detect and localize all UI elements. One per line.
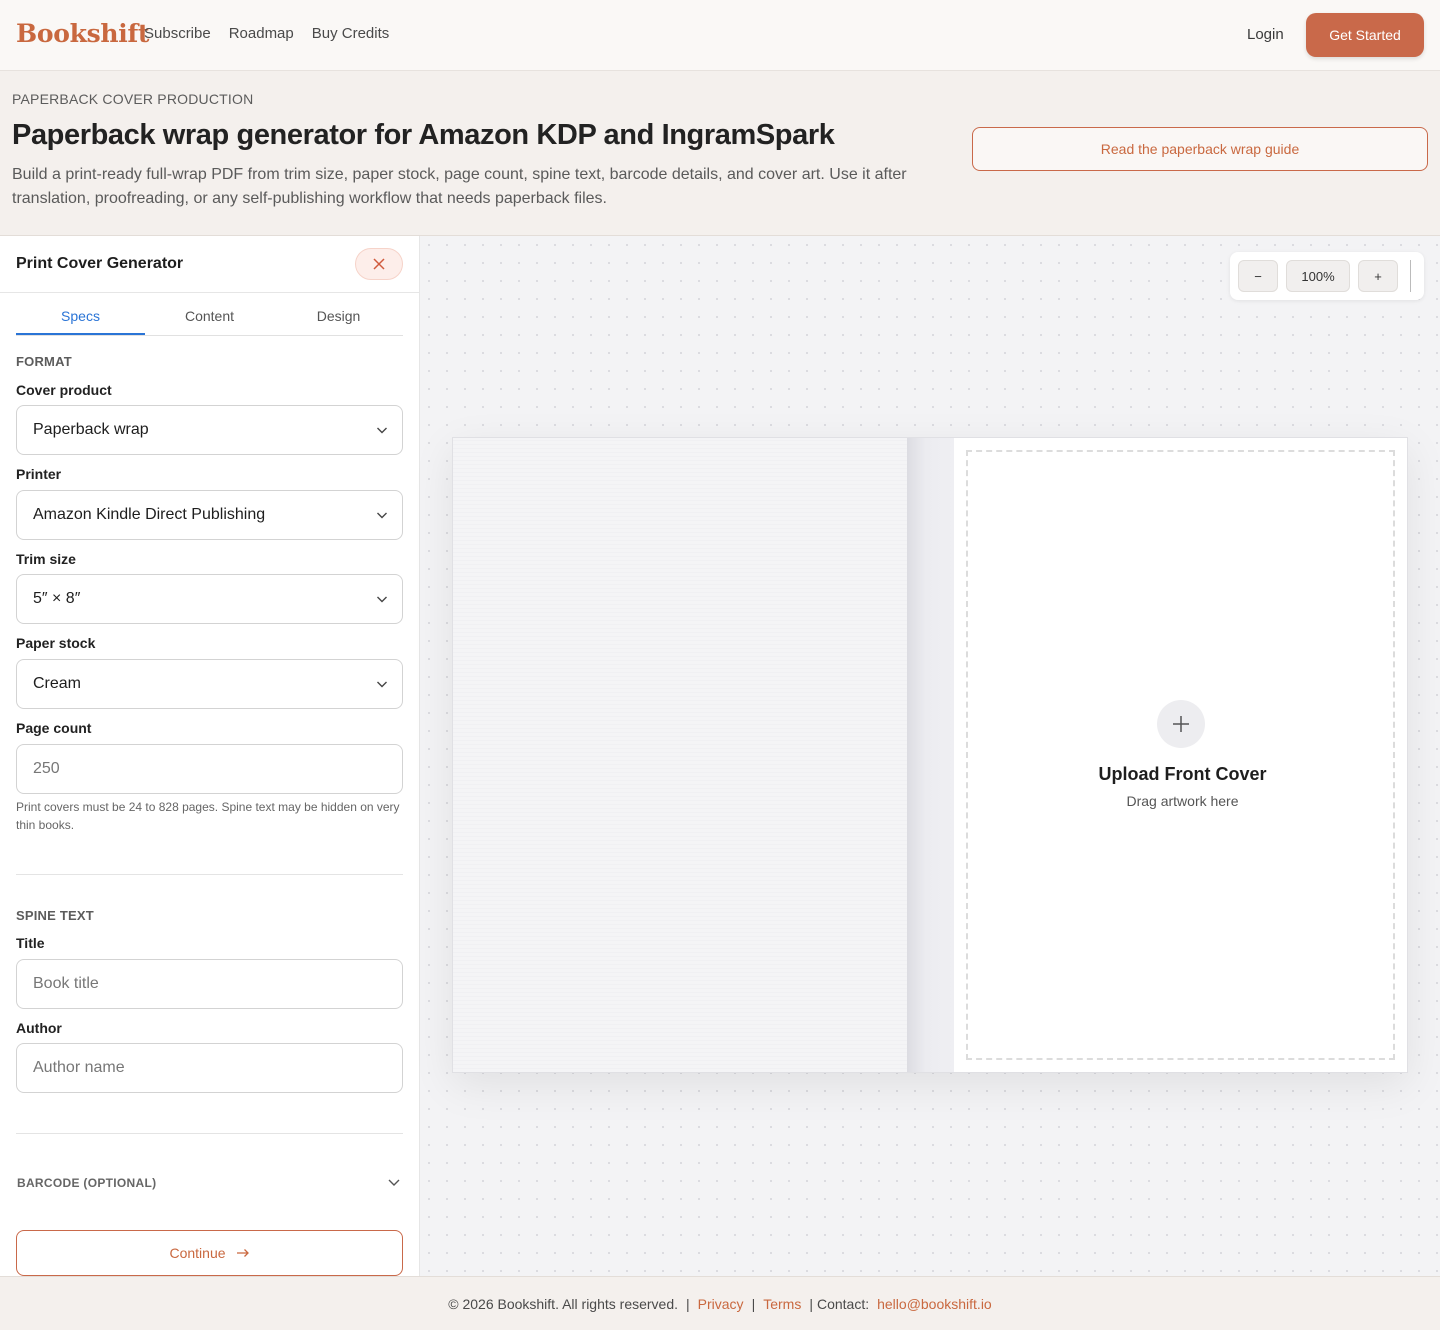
paper-stock-value: Cream [33,675,82,692]
cover-product-value: Paperback wrap [33,421,149,438]
chevron-down-icon[interactable] [387,1175,401,1189]
tab-design[interactable]: Design [274,293,403,335]
plus-icon [1173,716,1189,732]
hero-description: Build a print-ready full-wrap PDF from t… [12,166,907,207]
format-section-label: FORMAT [16,354,72,369]
nav-link-buy-credits[interactable]: Buy Credits [312,25,390,42]
get-started-button[interactable]: Get Started [1306,13,1424,57]
barcode-section-toggle[interactable]: BARCODE (OPTIONAL) [17,1176,156,1190]
nav-link-roadmap[interactable]: Roadmap [229,25,294,42]
front-cover-dropzone[interactable]: Upload Front Cover Drag artwork here [966,450,1395,1060]
footer-separator: | [809,1295,813,1312]
author-label: Author [16,1020,62,1036]
tab-bar: Specs Content Design [16,293,403,336]
zoom-divider [1410,260,1411,292]
close-icon [373,258,385,270]
chevron-down-icon [377,427,387,434]
trim-size-select[interactable]: 5″ × 8″ [16,574,403,624]
continue-label: Continue [169,1245,226,1261]
footer-separator: | [686,1295,690,1312]
trim-size-value: 5″ × 8″ [33,590,81,607]
close-button[interactable] [355,248,403,280]
trim-size-label: Trim size [16,551,76,567]
privacy-link[interactable]: Privacy [698,1296,744,1312]
footer: © 2026 Bookshift. All rights reserved. |… [0,1276,1440,1330]
upload-title: Upload Front Cover [1098,764,1267,784]
login-link[interactable]: Login [1247,26,1284,43]
back-cover-panel[interactable] [453,438,907,1072]
cover-wrap-preview: Upload Front Cover Drag artwork here [452,437,1408,1073]
spine-section-label: SPINE TEXT [16,908,94,923]
zoom-controls: − 100% + [1230,252,1424,300]
hero-eyebrow: PAPERBACK COVER PRODUCTION [12,91,254,107]
printer-label: Printer [16,466,62,482]
generator-sidebar: Print Cover Generator Specs Content Desi… [0,236,420,1276]
printer-select[interactable]: Amazon Kindle Direct Publishing [16,490,403,540]
guide-button[interactable]: Read the paperback wrap guide [972,127,1428,171]
section-divider [16,1133,403,1134]
tab-content[interactable]: Content [145,293,274,335]
brand-logo[interactable]: Bookshift [16,19,149,48]
continue-button[interactable]: Continue [16,1230,403,1276]
section-divider [16,874,403,875]
footer-separator: | [751,1295,756,1312]
cover-product-select[interactable]: Paperback wrap [16,405,403,455]
title-input[interactable]: Book title [16,959,403,1009]
nav-links: Subscribe Roadmap Buy Credits [144,25,407,42]
chevron-down-icon [377,512,387,519]
upload-button[interactable] [1157,700,1205,748]
tab-specs[interactable]: Specs [16,293,145,335]
printer-value: Amazon Kindle Direct Publishing [33,506,266,523]
page-count-help: Print covers must be 24 to 828 pages. Sp… [16,800,400,832]
page-count-input[interactable]: 250 [16,744,403,794]
arrow-right-icon [236,1249,249,1257]
upload-subtitle: Drag artwork here [1126,793,1239,809]
page-count-label: Page count [16,720,92,736]
copyright-text: © 2026 Bookshift. All rights reserved. [448,1295,679,1312]
author-placeholder: Author name [33,1059,125,1076]
front-cover-panel: Upload Front Cover Drag artwork here [954,438,1407,1072]
spine-panel[interactable] [907,438,954,1072]
sidebar-title: Print Cover Generator [16,255,184,272]
zoom-in-button[interactable]: + [1358,260,1398,292]
author-input[interactable]: Author name [16,1043,403,1093]
zoom-out-button[interactable]: − [1238,260,1278,292]
email-link[interactable]: hello@bookshift.io [877,1296,992,1312]
chevron-down-icon [377,681,387,688]
terms-link[interactable]: Terms [763,1296,801,1312]
page-title: Paperback wrap generator for Amazon KDP … [12,119,835,151]
page-count-placeholder: 250 [33,760,60,777]
nav-link-subscribe[interactable]: Subscribe [144,25,211,42]
cover-product-label: Cover product [16,382,112,398]
title-placeholder: Book title [33,975,99,992]
title-label: Title [16,935,45,951]
contact-label: Contact: [816,1295,870,1312]
hero-section: PAPERBACK COVER PRODUCTION Paperback wra… [0,71,1440,236]
paper-stock-label: Paper stock [16,635,96,651]
sidebar-header: Print Cover Generator [0,236,419,293]
preview-canvas: − 100% + Upload Front Cover Drag artwork… [420,236,1440,1276]
zoom-level[interactable]: 100% [1286,260,1350,292]
chevron-down-icon [377,596,387,603]
top-nav: Bookshift Subscribe Roadmap Buy Credits … [0,0,1440,71]
paper-stock-select[interactable]: Cream [16,659,403,709]
